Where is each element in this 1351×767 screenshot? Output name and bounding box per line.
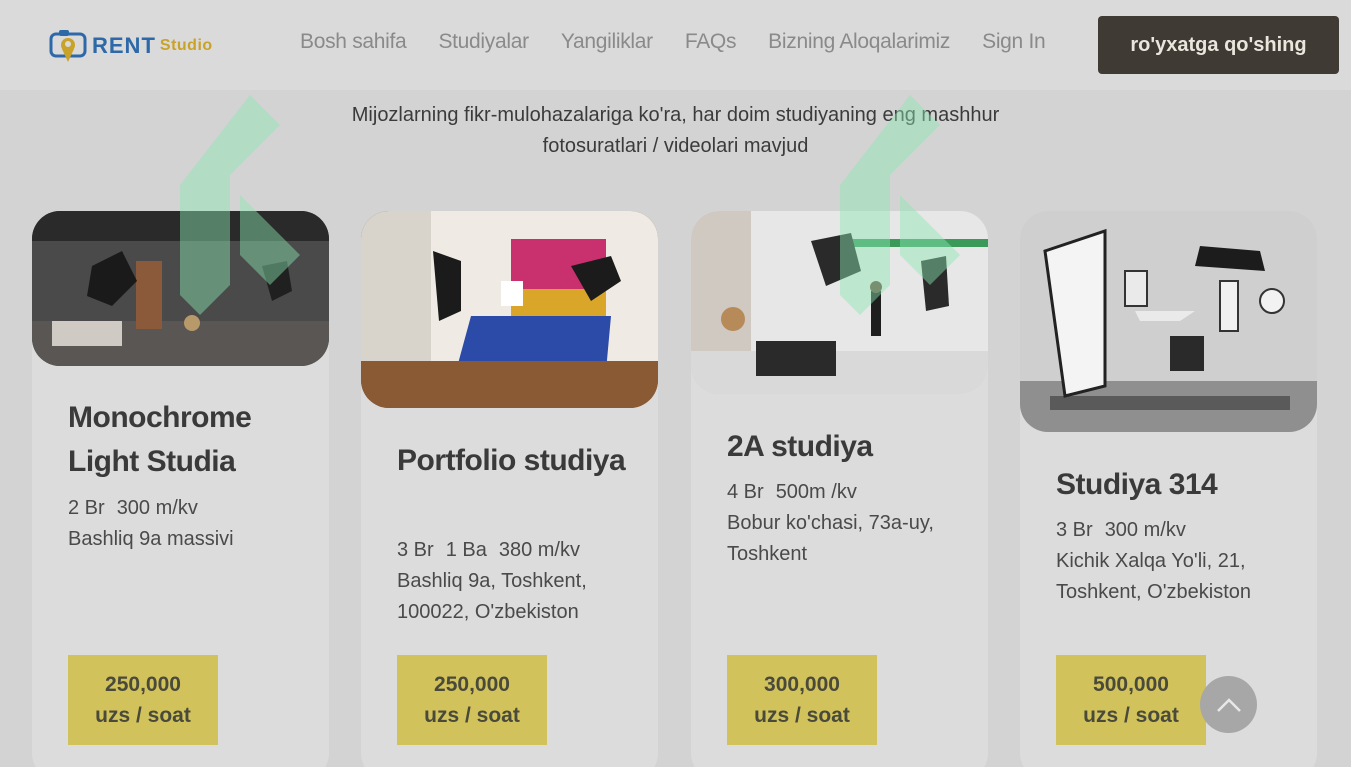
studio-photo[interactable] — [691, 211, 988, 394]
price-unit: uzs / soat — [424, 704, 520, 727]
chevron-up-icon — [1216, 697, 1241, 712]
studio-photo[interactable] — [361, 211, 658, 408]
studio-address: Bashliq 9a massivi — [68, 528, 234, 550]
studio-details: 2 Br 300 m/kv Bashliq 9a massivi — [68, 493, 318, 555]
main-nav: Bosh sahifa Studiyalar Yangiliklar FAQs … — [300, 30, 1046, 54]
studio-specs: 3 Br 300 m/kv — [1056, 515, 1306, 546]
studio-spec: 2 Br — [68, 497, 105, 519]
studio-address: Bashliq 9a, Toshkent, 100022, O'zbekisto… — [397, 570, 587, 623]
studio-specs: 3 Br 1 Ba 380 m/kv — [397, 535, 647, 566]
studio-card[interactable]: Studiya 314 3 Br 300 m/kv Kichik Xalqa Yo… — [1020, 211, 1317, 767]
studio-card[interactable]: 2A studiya 4 Br 500m /kv Bobur ko'chasi, … — [691, 211, 988, 767]
studio-title: Portfolio studiya — [397, 444, 626, 477]
studio-details: 4 Br 500m /kv Bobur ko'chasi, 73a-uy, Tos… — [727, 477, 977, 570]
studio-title: Monochrome Light Studia — [68, 401, 252, 478]
price-amount: 500,000 — [1093, 673, 1169, 696]
price-badge[interactable]: 250,000 uzs / soat — [397, 655, 547, 745]
studio-spec: 4 Br — [727, 481, 764, 503]
studio-photo[interactable] — [1020, 211, 1317, 432]
studio-address: Kichik Xalqa Yo'li, 21, Toshkent, O'zbek… — [1056, 550, 1252, 603]
camera-pin-icon — [49, 30, 87, 62]
studio-specs: 2 Br 300 m/kv — [68, 493, 318, 524]
nav-link-faqs[interactable]: FAQs — [685, 30, 737, 54]
logo-text-studio: Studio — [159, 37, 213, 54]
studio-title: 2A studiya — [727, 430, 873, 463]
logo-text-rent: RENT — [92, 33, 156, 58]
studio-title: Studiya 314 — [1056, 468, 1218, 501]
studio-spec: 3 Br — [397, 539, 434, 561]
price-badge[interactable]: 300,000 uzs / soat — [727, 655, 877, 745]
studio-card[interactable]: Portfolio studiya 3 Br 1 Ba 380 m/kv Bashl… — [361, 211, 658, 767]
studio-details: 3 Br 300 m/kv Kichik Xalqa Yo'li, 21, Tos… — [1056, 515, 1306, 608]
price-unit: uzs / soat — [754, 704, 850, 727]
price-badge[interactable]: 500,000 uzs / soat — [1056, 655, 1206, 745]
nav-link-sign-in[interactable]: Sign In — [982, 30, 1046, 54]
nav-link-contacts[interactable]: Bizning Aloqalarimiz — [768, 30, 950, 54]
studio-spec: 300 m/kv — [1104, 519, 1186, 541]
site-header: RENT Studio Bosh sahifa Studiyalar Yangi… — [0, 0, 1351, 90]
price-amount: 250,000 — [434, 673, 510, 696]
scroll-to-top-button[interactable] — [1200, 676, 1257, 733]
price-amount: 250,000 — [105, 673, 181, 696]
studio-spec: 3 Br — [1056, 519, 1093, 541]
price-amount: 300,000 — [764, 673, 840, 696]
studio-spec: 500m /kv — [775, 481, 857, 503]
studio-details: 3 Br 1 Ba 380 m/kv Bashliq 9a, Toshkent, 1… — [397, 535, 647, 628]
add-listing-button[interactable]: ro'yxatga qo'shing — [1098, 16, 1339, 74]
site-logo[interactable]: RENT Studio — [48, 28, 213, 64]
nav-link-news[interactable]: Yangiliklar — [561, 30, 653, 54]
price-unit: uzs / soat — [1083, 704, 1179, 727]
studio-specs: 4 Br 500m /kv — [727, 477, 977, 508]
studio-spec: 380 m/kv — [498, 539, 580, 561]
price-unit: uzs / soat — [95, 704, 191, 727]
price-badge[interactable]: 250,000 uzs / soat — [68, 655, 218, 745]
studio-spec: 300 m/kv — [116, 497, 198, 519]
nav-link-studios[interactable]: Studiyalar — [438, 30, 529, 54]
studio-photo[interactable] — [32, 211, 329, 366]
section-subtitle: Mijozlarning fikr-mulohazalariga ko'ra, … — [351, 104, 1000, 157]
studio-card[interactable]: Monochrome Light Studia 2 Br 300 m/kv Bas… — [32, 211, 329, 767]
studio-spec: 1 Ba — [445, 539, 487, 561]
nav-link-home[interactable]: Bosh sahifa — [300, 30, 407, 54]
studio-address: Bobur ko'chasi, 73a-uy, Toshkent — [727, 512, 934, 565]
